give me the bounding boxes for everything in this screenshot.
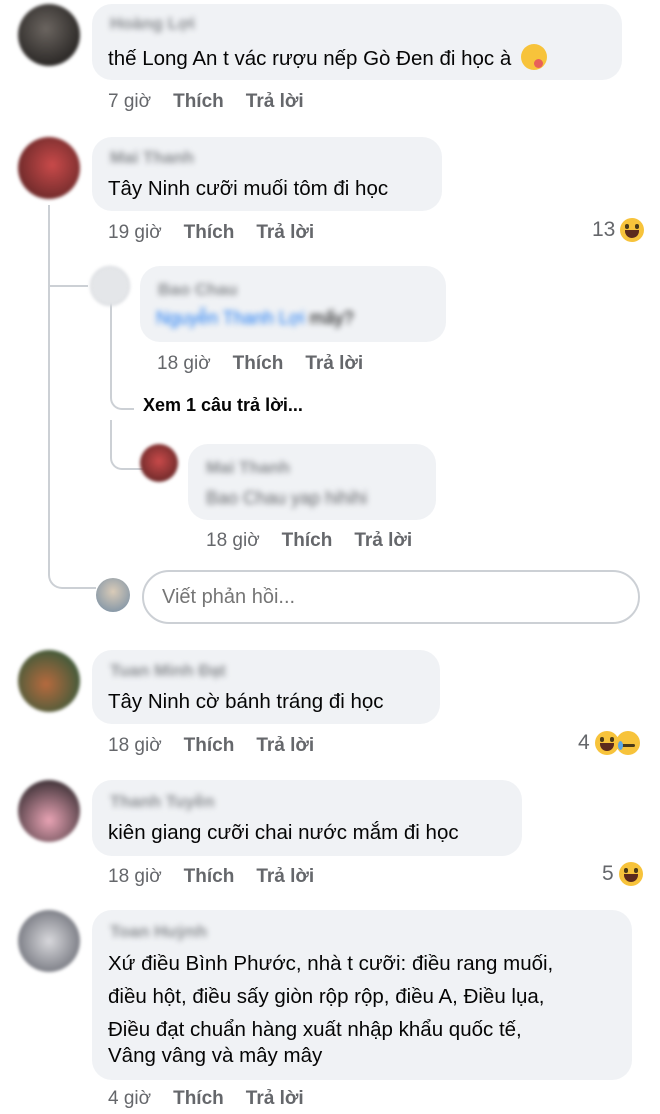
timestamp: 18 giờ xyxy=(108,735,162,756)
reaction-summary[interactable]: 5 xyxy=(602,862,643,886)
comment-meta: 4 giờ Thích Trả lời xyxy=(108,1088,304,1110)
commenter-name[interactable]: Tuan Minh Đạt xyxy=(110,661,226,681)
reaction-count: 13 xyxy=(592,218,616,241)
reply-button[interactable]: Trả lời xyxy=(246,1088,304,1109)
avatar[interactable] xyxy=(18,780,80,842)
comment-meta: 18 giờ Thích Trả lời xyxy=(108,735,314,757)
haha-icon xyxy=(620,218,645,242)
like-button[interactable]: Thích xyxy=(233,353,284,374)
reply-meta: 18 giờ Thích Trả lời xyxy=(206,530,412,552)
like-button[interactable]: Thích xyxy=(184,866,235,887)
reply-button[interactable]: Trả lời xyxy=(354,530,412,551)
reply-button[interactable]: Trả lời xyxy=(305,353,363,374)
like-button[interactable]: Thích xyxy=(184,735,235,756)
thread-line xyxy=(110,300,134,410)
comment-text: kiên giang cưỡi chai nước mắm đi học xyxy=(108,821,459,844)
mention-link[interactable]: Nguyễn Thanh Lợi xyxy=(156,308,305,328)
reply-input[interactable] xyxy=(142,570,640,624)
commenter-name[interactable]: Toan Huỳnh xyxy=(110,922,207,942)
sad-icon xyxy=(615,731,640,755)
comment-text: thế Long An t vác rượu nếp Gò Đen đi học… xyxy=(108,42,547,75)
reaction-summary[interactable]: 13 xyxy=(592,218,645,242)
reaction-summary[interactable]: 4 xyxy=(578,731,640,755)
yum-face-icon xyxy=(520,44,547,70)
reply-author-name[interactable]: Bao Chau xyxy=(158,280,237,300)
timestamp: 4 giờ xyxy=(108,1088,152,1109)
comment-text: Tây Ninh cưỡi muối tôm đi học xyxy=(108,177,389,200)
timestamp: 18 giờ xyxy=(108,866,162,887)
thread-line xyxy=(110,420,144,470)
reply-text: Nguyễn Thanh Lợi mấy? xyxy=(156,302,354,335)
reaction-count: 5 xyxy=(602,862,614,885)
avatar xyxy=(96,578,130,612)
reply-button[interactable]: Trả lời xyxy=(256,735,314,756)
commenter-name[interactable]: Mai Thanh xyxy=(110,148,194,168)
reaction-count: 4 xyxy=(578,731,590,754)
avatar[interactable] xyxy=(18,137,80,199)
reply-button[interactable]: Trả lời xyxy=(256,866,314,887)
avatar[interactable] xyxy=(140,444,178,482)
thread-line xyxy=(48,255,88,287)
avatar[interactable] xyxy=(18,910,80,972)
view-more-replies-link[interactable]: Xem 1 câu trả lời... xyxy=(143,395,303,416)
timestamp: 18 giờ xyxy=(157,353,211,374)
timestamp: 7 giờ xyxy=(108,91,152,112)
avatar[interactable] xyxy=(18,4,80,66)
avatar[interactable] xyxy=(18,650,80,712)
reply-text: Bao Chau yap hihihi xyxy=(206,488,368,508)
comment-text-line: điều hột, điều sấy giòn rộp rộp, điều A,… xyxy=(108,985,545,1008)
like-button[interactable]: Thích xyxy=(282,530,333,551)
comment-meta: 7 giờ Thích Trả lời xyxy=(108,91,304,113)
timestamp: 19 giờ xyxy=(108,222,162,243)
comment-meta: 19 giờ Thích Trả lời xyxy=(108,222,314,244)
reply-text-content: mấy? xyxy=(309,308,354,328)
reply-meta: 18 giờ Thích Trả lời xyxy=(157,353,363,375)
avatar[interactable] xyxy=(90,266,130,306)
reply-button[interactable]: Trả lời xyxy=(256,222,314,243)
comment-meta: 18 giờ Thích Trả lời xyxy=(108,866,314,888)
like-button[interactable]: Thích xyxy=(173,91,224,112)
reply-button[interactable]: Trả lời xyxy=(246,91,304,112)
haha-icon xyxy=(618,862,643,886)
like-button[interactable]: Thích xyxy=(184,222,235,243)
comment-text: Tây Ninh cờ bánh tráng đi học xyxy=(108,690,384,713)
commenter-name[interactable]: Hoàng Lợi xyxy=(110,14,195,34)
reply-author-name[interactable]: Mai Thanh xyxy=(206,458,290,478)
comment-text-line: Xứ điều Bình Phước, nhà t cưỡi: điều ran… xyxy=(108,952,554,975)
timestamp: 18 giờ xyxy=(206,530,260,551)
commenter-name[interactable]: Thanh Tuyền xyxy=(110,792,215,812)
like-button[interactable]: Thích xyxy=(173,1088,224,1109)
comment-text-content: thế Long An t vác rượu nếp Gò Đen đi học… xyxy=(108,47,512,70)
comment-text-line: Vâng vâng và mây mây xyxy=(108,1044,323,1067)
